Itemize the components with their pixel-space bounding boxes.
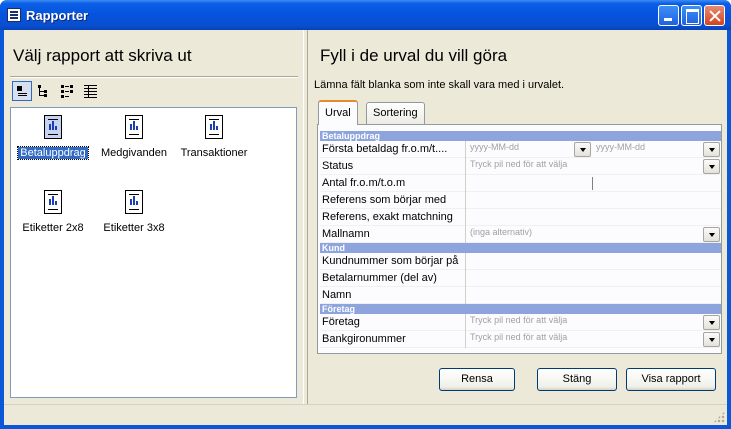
report-item-etiketter-3x8[interactable]: Etiketter 3x8 xyxy=(97,190,171,234)
section-header-betaluppdrag: Betaluppdrag xyxy=(320,131,721,141)
mallnamn-dropdown-button[interactable] xyxy=(703,227,720,242)
tab-sortering[interactable]: Sortering xyxy=(366,102,425,124)
referens-exact-input[interactable] xyxy=(470,210,715,225)
date-to-dropdown-button[interactable] xyxy=(703,142,720,157)
date-from-dropdown-button[interactable] xyxy=(574,142,591,157)
resize-grip-icon[interactable] xyxy=(713,411,725,423)
report-icon xyxy=(44,115,62,139)
field-row-antal: Antal fr.o.m/t.o.m xyxy=(320,175,721,192)
report-label: Transaktioner xyxy=(180,147,248,159)
title-bar[interactable]: Rapporter xyxy=(0,0,731,30)
report-item-medgivanden[interactable]: Medgivanden xyxy=(97,115,171,159)
report-item-betaluppdrag[interactable]: Betaluppdrag xyxy=(16,115,90,160)
field-label: Betalarnummer (del av) xyxy=(322,272,437,284)
section-header-foretag: Företag xyxy=(320,304,721,314)
mallnamn-select[interactable]: (inga alternativ) xyxy=(470,227,532,237)
field-label: Referens, exakt matchning xyxy=(322,211,453,223)
report-label: Medgivanden xyxy=(100,147,168,159)
field-row-namn: Namn xyxy=(320,287,721,304)
status-bar xyxy=(4,404,727,425)
report-list[interactable]: Betaluppdrag Medgivanden Transaktioner E… xyxy=(10,107,297,398)
client-area: Välj rapport att skriva ut Betaluppdrag … xyxy=(4,30,727,425)
bankgironummer-dropdown-button[interactable] xyxy=(703,332,720,347)
field-row-bankgironummer: Bankgironummer Tryck pil ned för att väl… xyxy=(320,331,721,348)
bankgironummer-select[interactable]: Tryck pil ned för att välja xyxy=(470,332,567,342)
field-label: Kundnummer som börjar på xyxy=(322,255,459,267)
antal-to-input[interactable] xyxy=(596,176,716,191)
report-chooser-pane: Välj rapport att skriva ut Betaluppdrag … xyxy=(4,30,303,404)
field-label: Antal fr.o.m/t.o.m xyxy=(322,177,406,189)
minimize-button[interactable] xyxy=(658,5,679,26)
list-view-button[interactable] xyxy=(58,81,78,101)
field-label: Företag xyxy=(322,316,360,328)
left-divider xyxy=(10,76,298,78)
referens-prefix-input[interactable] xyxy=(470,193,715,208)
status-select[interactable]: Tryck pil ned för att välja xyxy=(470,159,567,169)
show-report-button[interactable]: Visa rapport xyxy=(626,368,716,391)
date-from-input[interactable]: yyyy-MM-dd xyxy=(470,142,519,152)
field-row-mallnamn: Mallnamn (inga alternativ) xyxy=(320,226,721,243)
report-label: Betaluppdrag xyxy=(17,146,89,160)
close-window-button[interactable] xyxy=(704,5,725,26)
field-row-referens-exakt: Referens, exakt matchning xyxy=(320,209,721,226)
report-icon xyxy=(205,115,223,139)
left-pane-title: Välj rapport att skriva ut xyxy=(13,46,192,65)
field-label: Första betaldag fr.o.m/t.... xyxy=(322,143,448,155)
date-to-input[interactable]: yyyy-MM-dd xyxy=(596,142,645,152)
field-row-kundnummer: Kundnummer som börjar på xyxy=(320,253,721,270)
report-label: Etiketter 2x8 xyxy=(22,222,84,234)
hint-text: Lämna fält blanka som inte skall vara me… xyxy=(314,79,565,91)
foretag-select[interactable]: Tryck pil ned för att välja xyxy=(470,315,567,325)
field-label: Referens som börjar med xyxy=(322,194,447,206)
field-row-betalarnummer: Betalarnummer (del av) xyxy=(320,270,721,287)
status-dropdown-button[interactable] xyxy=(703,159,720,174)
field-row-foretag: Företag Tryck pil ned för att välja xyxy=(320,314,721,331)
selection-pane: Fyll i de urval du vill göra Lämna fält … xyxy=(308,30,727,404)
field-row-referens-borjar: Referens som börjar med xyxy=(320,192,721,209)
field-label: Status xyxy=(322,160,354,172)
tree-view-button[interactable] xyxy=(35,81,55,101)
field-row-forsta-betaldag: Första betaldag fr.o.m/t.... yyyy-MM-dd … xyxy=(320,141,721,158)
field-label: Mallnamn xyxy=(322,228,370,240)
betalarnummer-input[interactable] xyxy=(470,271,715,286)
window-title: Rapporter xyxy=(26,8,89,23)
namn-input[interactable] xyxy=(470,288,715,303)
close-button[interactable]: Stäng xyxy=(537,368,617,391)
right-pane-title: Fyll i de urval du vill göra xyxy=(320,46,508,65)
report-item-transaktioner[interactable]: Transaktioner xyxy=(177,115,251,159)
maximize-button[interactable] xyxy=(681,5,702,26)
app-icon xyxy=(7,8,21,22)
field-label: Bankgironummer xyxy=(322,333,406,345)
clear-button[interactable]: Rensa xyxy=(439,368,515,391)
tab-urval[interactable]: Urval xyxy=(318,100,358,125)
antal-from-input[interactable] xyxy=(470,176,590,191)
report-icon xyxy=(125,190,143,214)
foretag-dropdown-button[interactable] xyxy=(703,315,720,330)
report-label: Etiketter 3x8 xyxy=(103,222,165,234)
field-row-status: Status Tryck pil ned för att välja xyxy=(320,158,721,175)
report-icon xyxy=(44,190,62,214)
field-label: Namn xyxy=(322,289,352,301)
antal-separator xyxy=(592,177,593,190)
report-icon xyxy=(125,115,143,139)
large-icons-view-button[interactable] xyxy=(12,81,32,101)
details-view-button[interactable] xyxy=(81,81,101,101)
rapporter-window: Rapporter Välj rapport att skriva ut Bet… xyxy=(0,0,731,429)
kundnummer-input[interactable] xyxy=(470,254,715,269)
report-item-etiketter-2x8[interactable]: Etiketter 2x8 xyxy=(16,190,90,234)
section-header-kund: Kund xyxy=(320,243,721,253)
